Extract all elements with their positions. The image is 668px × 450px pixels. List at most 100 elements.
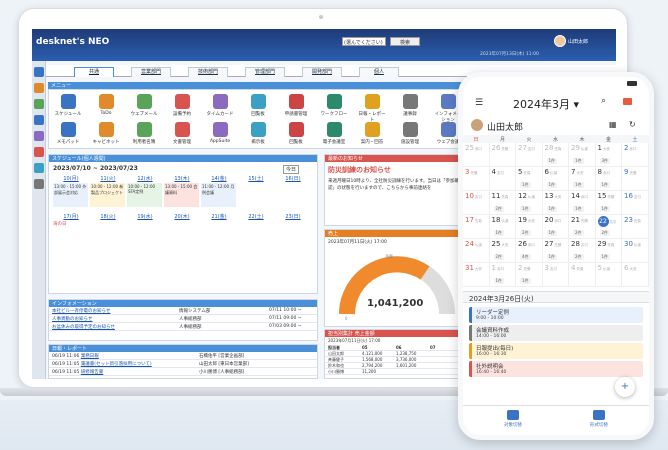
- info-title-link[interactable]: お盆休みの取得予定のお知らせ: [52, 325, 115, 330]
- calendar-day-cell[interactable]: 1赤口 1件: [489, 263, 516, 287]
- schedule-day-header[interactable]: 15(土): [238, 175, 274, 182]
- schedule-day-header[interactable]: 20(木): [164, 213, 200, 220]
- calendar-day-cell[interactable]: 25大安 2件: [489, 239, 516, 263]
- calendar-day-cell[interactable]: 2赤口: [622, 143, 649, 167]
- calendar-day-cell[interactable]: 10友引: [463, 191, 490, 215]
- menu-item[interactable]: ウェブメール: [129, 94, 159, 117]
- format-switch-button[interactable]: 形式切替: [569, 410, 629, 428]
- calendar-day-cell[interactable]: 9先勝: [622, 167, 649, 191]
- calendar-day-cell[interactable]: 22 友引 2件: [595, 215, 622, 239]
- calendar-day-cell[interactable]: 29仏滅 1件: [569, 143, 596, 167]
- report-row[interactable]: 06/19 11:05 研修報告書 小川勝博 [人事総務部]: [49, 368, 317, 376]
- schedule-event[interactable]: 11:00 - 12:00 月例会議: [201, 183, 236, 207]
- info-title-link[interactable]: 人事異動のお知らせ: [52, 317, 92, 322]
- search-icon[interactable]: ⌕: [601, 96, 606, 106]
- menu-item[interactable]: メモパッド: [53, 122, 83, 145]
- event-item[interactable]: リーダー定例 9:00 - 10:00: [469, 307, 643, 323]
- schedule-day-header[interactable]: 22(土): [238, 213, 274, 220]
- app-logo[interactable]: desknet's NEO: [36, 37, 109, 47]
- calendar-day-cell[interactable]: 25赤口: [463, 143, 490, 167]
- info-row[interactable]: 人事異動のお知らせ 人事総務部 07/11 09:00 ~: [49, 315, 317, 323]
- schedule-day-header[interactable]: 12(水): [127, 175, 163, 182]
- calendar-day-cell[interactable]: 19大安 2件: [516, 215, 543, 239]
- menu-item[interactable]: 電子会議室: [319, 122, 349, 145]
- report-title-link[interactable]: 研修報告書: [81, 370, 104, 375]
- calendar-day-cell[interactable]: 3友引: [542, 263, 569, 287]
- home-icon[interactable]: [34, 67, 44, 77]
- tab-common[interactable]: 共通: [74, 67, 114, 77]
- info-row[interactable]: お盆休みの取得予定のお知らせ 人事総務部 07/03 09:00 ~: [49, 323, 317, 331]
- calendar-day-cell[interactable]: 18仏滅 1件: [489, 215, 516, 239]
- schedule-event[interactable]: 10:00 - 12:00 SFA定例: [127, 183, 162, 207]
- calendar-day-cell[interactable]: 17先負: [463, 215, 490, 239]
- calendar-day-cell[interactable]: 24仏滅: [463, 239, 490, 263]
- menu-item[interactable]: 施設管理: [395, 122, 425, 145]
- calendar-day-cell[interactable]: 28先負 1件: [542, 143, 569, 167]
- settings-icon[interactable]: [34, 179, 44, 189]
- calendar-day-cell[interactable]: 31大安: [463, 263, 490, 287]
- menu-item[interactable]: ToDo: [91, 94, 121, 116]
- calendar-day-cell[interactable]: 4先負: [569, 263, 596, 287]
- alert-icon[interactable]: [34, 147, 44, 157]
- report-row[interactable]: 06/19 11:06 業務日報 石橋佑平 [営業企画部]: [49, 352, 317, 360]
- tab-admin[interactable]: 管理部門: [245, 67, 285, 77]
- schedule-event[interactable]: 10:00 - 12:00 新製品プロジェクト: [90, 183, 125, 207]
- schedule-day-header[interactable]: 14(金): [201, 175, 237, 182]
- calendar-day-cell[interactable]: 26先勝: [489, 143, 516, 167]
- mail-icon[interactable]: [34, 99, 44, 109]
- menu-item[interactable]: スケジュール: [53, 94, 83, 117]
- tab-personal[interactable]: 個人: [359, 67, 399, 77]
- notification-icon[interactable]: [623, 98, 632, 105]
- report-row[interactable]: 06/19 11:05 稟議書(セット新引落採用について) 山田太郎 [東日本営業…: [49, 360, 317, 368]
- event-item[interactable]: 日報提出(毎日) 16:00 - 16:30: [469, 343, 643, 359]
- menu-item[interactable]: AppSuite: [205, 122, 235, 144]
- menu-item[interactable]: 文書管理: [167, 122, 197, 145]
- schedule-icon[interactable]: [34, 83, 44, 93]
- today-button[interactable]: 今日: [283, 165, 300, 174]
- avatar[interactable]: [554, 35, 566, 47]
- calendar-day-cell[interactable]: 30仏滅: [622, 239, 649, 263]
- phone-user-name[interactable]: 山田太郎: [487, 120, 523, 133]
- add-event-button[interactable]: +: [615, 377, 635, 397]
- target-switch-button[interactable]: 対象切替: [483, 410, 543, 428]
- event-item[interactable]: 会議資料作成 14:00 - 16:00: [469, 325, 643, 341]
- menu-item[interactable]: キャビネット: [91, 122, 121, 145]
- document-icon[interactable]: [34, 115, 44, 125]
- menu-item[interactable]: 設備予約: [167, 94, 197, 117]
- tab-tech[interactable]: 技術部門: [188, 67, 228, 77]
- menu-item[interactable]: 申請書管理: [281, 94, 311, 117]
- calendar-day-cell[interactable]: 23先負: [622, 215, 649, 239]
- chart-icon[interactable]: [34, 163, 44, 173]
- schedule-day-header[interactable]: 19(水): [127, 213, 163, 220]
- notice-headline[interactable]: 防災訓練のお知らせ: [325, 162, 467, 178]
- schedule-day-header[interactable]: 13(木): [164, 175, 200, 182]
- tab-dev[interactable]: 開発部門: [302, 67, 342, 77]
- calendar-day-cell[interactable]: 3先勝: [463, 167, 490, 191]
- calendar-day-cell[interactable]: 13大安 1件: [542, 191, 569, 215]
- report-title-link[interactable]: 稟議書(セット新引落採用について): [81, 362, 152, 367]
- calendar-day-cell[interactable]: 14赤口 1件: [569, 191, 596, 215]
- calendar-day-cell[interactable]: 12仏滅 1件: [516, 191, 543, 215]
- calendar-day-cell[interactable]: 1大安 3件: [595, 143, 622, 167]
- schedule-day-header[interactable]: 23(日): [275, 213, 311, 220]
- report-title-link[interactable]: 業務日報: [81, 354, 99, 359]
- menu-item[interactable]: 議事録: [395, 94, 425, 117]
- calendar-day-cell[interactable]: 27友引: [516, 143, 543, 167]
- calendar-day-cell[interactable]: 5先負 1件: [516, 167, 543, 191]
- calendar-day-cell[interactable]: 5仏滅: [595, 263, 622, 287]
- search-button[interactable]: 検索: [390, 37, 420, 46]
- calendar-icon[interactable]: ▦: [609, 120, 617, 129]
- schedule-day-header[interactable]: 18(火): [90, 213, 126, 220]
- menu-item[interactable]: 利用者名簿: [129, 122, 159, 145]
- user-name[interactable]: 山田太郎: [568, 38, 588, 45]
- schedule-event[interactable]: 13:00 - 15:00 外部展示会対応: [53, 183, 88, 207]
- calendar-day-cell[interactable]: 4友引: [489, 167, 516, 191]
- menu-item[interactable]: 回覧板: [243, 94, 273, 117]
- calendar-day-cell[interactable]: 8赤口 1件: [595, 167, 622, 191]
- calendar-day-cell[interactable]: 15先勝 1件: [595, 191, 622, 215]
- tab-sales[interactable]: 営業部門: [131, 67, 171, 77]
- menu-item[interactable]: ワークフロー: [319, 94, 349, 117]
- calendar-day-cell[interactable]: 28友引 2件: [569, 239, 596, 263]
- calendar-day-cell[interactable]: 16友引: [622, 191, 649, 215]
- hamburger-menu-icon[interactable]: ☰: [475, 98, 483, 108]
